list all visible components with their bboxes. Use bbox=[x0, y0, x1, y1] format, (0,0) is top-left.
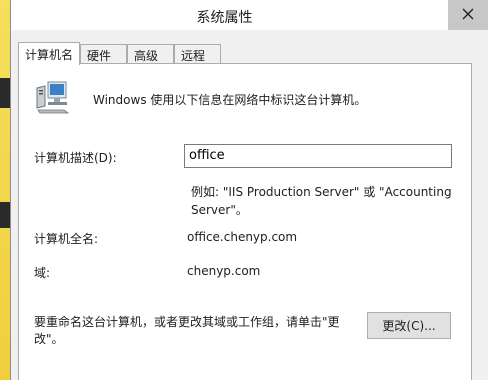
full-name-label: 计算机全名: bbox=[34, 232, 99, 246]
rename-instructions-line2: 改"。 bbox=[34, 332, 64, 346]
tab-advanced[interactable]: 高级 bbox=[127, 44, 174, 64]
domain-label: 域: bbox=[34, 266, 51, 280]
change-button[interactable]: 更改(C)... bbox=[367, 312, 451, 339]
desktop: 系统属性 计算机名 硬件 高级 远程 Windows 使用以下信息在网络中标识这… bbox=[0, 0, 488, 380]
close-button[interactable] bbox=[448, 0, 488, 30]
desktop-background-edge bbox=[0, 0, 10, 380]
intro-text: Windows 使用以下信息在网络中标识这台计算机。 bbox=[93, 93, 367, 107]
rename-instructions-line1: 要重命名这台计算机，或者更改其域或工作组，请单击"更 bbox=[34, 315, 340, 329]
computer-icon bbox=[34, 80, 72, 117]
title-bar[interactable]: 系统属性 bbox=[11, 0, 488, 30]
full-name-value: office.chenyp.com bbox=[187, 230, 298, 244]
tab-hardware[interactable]: 硬件 bbox=[80, 44, 127, 64]
close-icon bbox=[462, 8, 474, 23]
description-label: 计算机描述(D): bbox=[34, 151, 117, 165]
window-title: 系统属性 bbox=[196, 10, 253, 26]
example-text-line2: Server"。 bbox=[191, 203, 248, 217]
example-text-line1: 例如: "IIS Production Server" 或 "Accountin… bbox=[191, 185, 452, 199]
computer-name-panel: Windows 使用以下信息在网络中标识这台计算机。 计算机描述(D): off… bbox=[18, 63, 472, 380]
tab-computer-name[interactable]: 计算机名 bbox=[18, 42, 80, 65]
system-properties-window: 系统属性 计算机名 硬件 高级 远程 Windows 使用以下信息在网络中标识这… bbox=[10, 0, 488, 380]
tab-remote[interactable]: 远程 bbox=[174, 44, 221, 64]
domain-value: chenyp.com bbox=[187, 264, 261, 278]
computer-description-input[interactable]: office bbox=[184, 144, 452, 168]
